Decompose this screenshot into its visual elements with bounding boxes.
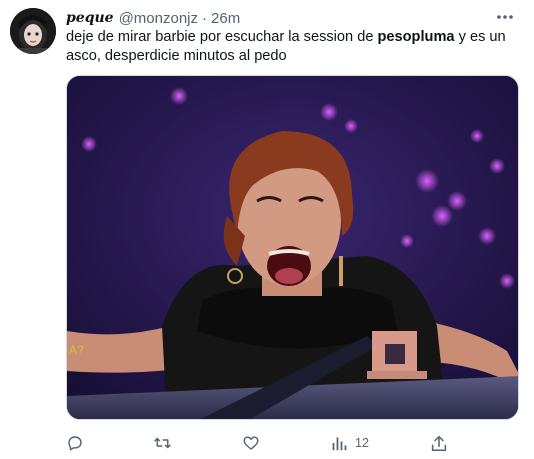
views-button[interactable]: 12 (331, 432, 369, 454)
more-horizontal-icon (497, 15, 513, 19)
timestamp[interactable]: 26m (211, 10, 240, 27)
like-button[interactable] (242, 432, 260, 454)
avatar[interactable] (10, 8, 56, 54)
analytics-icon (332, 437, 347, 451)
tweet-text-part-1: deje de mirar barbie por escuchar la ses… (66, 29, 378, 45)
more-options-button[interactable] (494, 8, 516, 26)
heart-icon (243, 436, 259, 450)
tweet-actions: 12 (66, 432, 486, 454)
share-icon (431, 435, 447, 451)
tweet: peque @monzonjz · 26m deje de mirar barb… (0, 0, 534, 459)
reply-button[interactable] (66, 432, 84, 454)
user-handle[interactable]: @monzonjz (119, 10, 198, 27)
share-button[interactable] (431, 432, 447, 454)
retweet-button[interactable] (153, 432, 172, 454)
reply-icon (68, 436, 82, 451)
retweet-icon (154, 437, 171, 449)
tweet-header: peque @monzonjz · 26m (66, 9, 240, 27)
tweet-text: deje de mirar barbie por escuchar la ses… (66, 28, 521, 66)
tweet-text-bold[interactable]: pesopluma (378, 29, 455, 45)
svg-text:A?: A? (69, 343, 84, 357)
separator-dot: · (202, 9, 208, 27)
display-name[interactable]: peque (66, 10, 114, 26)
tweet-media-image[interactable]: A? (66, 75, 519, 420)
views-count: 12 (355, 436, 369, 450)
